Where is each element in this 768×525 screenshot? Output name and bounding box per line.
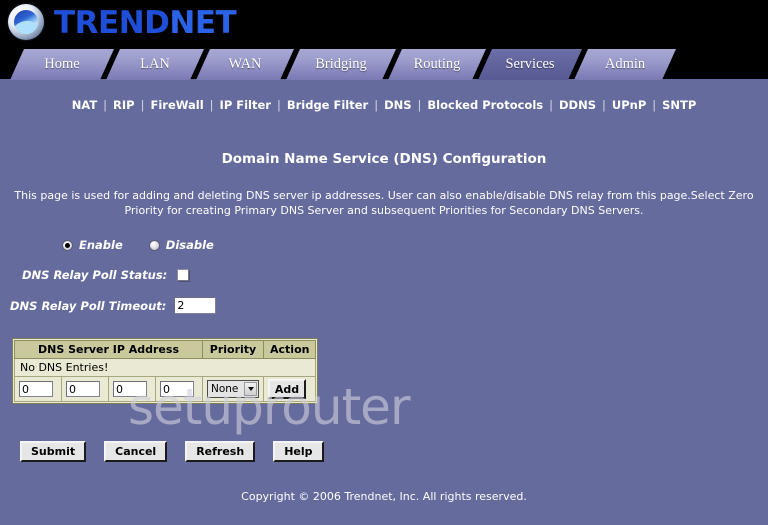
priority-select-value: None	[211, 383, 239, 395]
main-navigation-tabs: Home LAN WAN Bridging Routing Services Admin	[0, 49, 768, 81]
disable-radio[interactable]	[148, 239, 160, 251]
octet-cell-1	[14, 376, 62, 402]
subnav-item-rip[interactable]: RIP	[112, 98, 136, 112]
column-header-priority: Priority	[202, 340, 264, 359]
subnav-item-nat[interactable]: NAT	[71, 98, 98, 112]
tab-lan[interactable]: LAN	[106, 49, 204, 80]
page-description: This page is used for adding and deletin…	[14, 189, 754, 217]
subnav-separator: |	[417, 98, 422, 112]
tab-bridging[interactable]: Bridging	[286, 49, 396, 80]
subnav-item-blocked-protocols[interactable]: Blocked Protocols	[426, 98, 544, 112]
tab-label: Home	[44, 56, 80, 72]
tab-label: LAN	[140, 56, 170, 72]
subnav-separator: |	[374, 98, 379, 112]
column-header-action: Action	[262, 340, 317, 359]
table-empty-row: No DNS Entries!	[13, 358, 317, 377]
subnav-item-sntp[interactable]: SNTP	[661, 98, 697, 112]
poll-status-label: DNS Relay Poll Status:	[22, 268, 168, 282]
subnav-separator: |	[103, 98, 108, 112]
octet-cell-2	[61, 376, 109, 402]
radio-option-disable[interactable]: Disable	[148, 238, 214, 252]
dns-server-table: DNS Server IP Address Priority Action No…	[13, 340, 317, 402]
tab-label: WAN	[228, 56, 262, 72]
subnav-separator: |	[652, 98, 657, 112]
trendnet-globe-icon	[4, 2, 48, 44]
brand-name-part2: NET	[169, 4, 237, 41]
disable-radio-label: Disable	[165, 238, 214, 252]
tab-wan[interactable]: WAN	[196, 49, 294, 80]
chevron-down-icon[interactable]	[244, 382, 257, 396]
brand-logo[interactable]: TRENDNET	[4, 1, 237, 45]
enable-radio-label: Enable	[79, 238, 123, 252]
cancel-button[interactable]: Cancel	[104, 441, 168, 462]
page-title: Domain Name Service (DNS) Configuration	[221, 151, 547, 167]
subnav-separator: |	[276, 98, 281, 112]
help-button[interactable]: Help	[273, 441, 324, 462]
enable-radio[interactable]	[62, 239, 73, 251]
column-header-ip-address: DNS Server IP Address	[14, 340, 203, 359]
subnav-item-ddns[interactable]: DDNS	[558, 98, 597, 112]
subnav-item-ip-filter[interactable]: IP Filter	[219, 98, 272, 112]
tab-routing[interactable]: Routing	[388, 49, 486, 80]
no-entries-message: No DNS Entries!	[13, 358, 317, 377]
priority-select[interactable]: None	[207, 380, 259, 398]
octet-cell-4	[155, 376, 203, 402]
tab-admin[interactable]: Admin	[574, 49, 676, 80]
form-action-buttons: Submit Cancel Refresh Help	[20, 441, 342, 462]
poll-timeout-label: DNS Relay Poll Timeout:	[10, 298, 167, 313]
sub-navigation: NAT | RIP | FireWall | IP Filter | Bridge Filter…	[0, 98, 768, 112]
subnav-separator: |	[140, 98, 145, 112]
poll-timeout-input[interactable]	[174, 297, 217, 314]
brand-name-part1: TREND	[54, 4, 170, 41]
refresh-button[interactable]: Refresh	[185, 441, 256, 462]
tab-home[interactable]: Home	[10, 49, 114, 80]
add-button[interactable]: Add	[268, 379, 306, 399]
tab-label: Services	[505, 56, 555, 72]
subnav-separator: |	[549, 98, 553, 112]
subnav-separator: |	[601, 98, 606, 112]
dns-relay-poll-status-row: DNS Relay Poll Status:	[22, 268, 190, 282]
tab-label: Admin	[604, 56, 646, 72]
tab-label: Bridging	[315, 56, 367, 72]
subnav-separator: |	[209, 98, 214, 112]
dns-relay-mode-group: Enable Disable	[62, 238, 240, 252]
brand-name: TRENDNET	[54, 4, 237, 41]
subnav-item-dns[interactable]: DNS	[383, 98, 412, 112]
dns-relay-poll-timeout-row: DNS Relay Poll Timeout:	[10, 297, 217, 314]
footer-copyright: Copyright © 2006 Trendnet, Inc. All righ…	[241, 490, 527, 503]
ip-octet-2-input[interactable]	[66, 381, 100, 397]
poll-status-checkbox[interactable]	[177, 269, 190, 281]
ip-octet-1-input[interactable]	[19, 381, 53, 397]
tab-services[interactable]: Services	[478, 49, 582, 80]
subnav-item-firewall[interactable]: FireWall	[149, 98, 204, 112]
tab-label: Routing	[413, 56, 461, 72]
dns-server-table-container: DNS Server IP Address Priority Action No…	[12, 338, 319, 404]
table-header-row: DNS Server IP Address Priority Action	[14, 340, 317, 359]
priority-cell: None	[202, 376, 264, 402]
radio-option-enable[interactable]: Enable	[62, 238, 123, 252]
table-entry-row: None Add	[14, 376, 317, 402]
octet-cell-3	[108, 376, 156, 402]
submit-button[interactable]: Submit	[20, 441, 87, 462]
ip-octet-4-input[interactable]	[160, 381, 194, 397]
ip-octet-3-input[interactable]	[113, 381, 147, 397]
subnav-item-bridge-filter[interactable]: Bridge Filter	[286, 98, 369, 112]
subnav-item-upnp[interactable]: UPnP	[611, 98, 647, 112]
action-cell: Add	[262, 376, 317, 402]
